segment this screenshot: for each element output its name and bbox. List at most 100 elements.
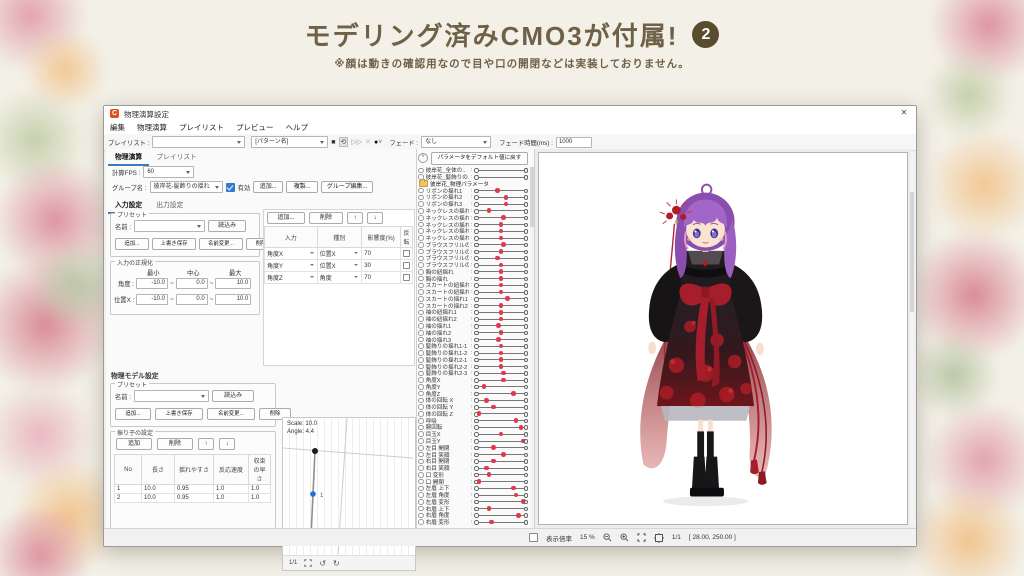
zoom-display-checkbox[interactable] bbox=[529, 533, 538, 542]
param-slider-thumb[interactable] bbox=[496, 337, 501, 342]
param-slider[interactable] bbox=[474, 452, 528, 457]
cell-reaction[interactable]: 1.0 bbox=[214, 485, 249, 494]
parameter-scrollbar[interactable] bbox=[530, 167, 534, 527]
posx-mid-input[interactable]: 0.0 bbox=[176, 294, 208, 305]
param-slider[interactable] bbox=[474, 357, 528, 362]
enabled-checkbox[interactable] bbox=[226, 183, 235, 192]
param-slider[interactable] bbox=[474, 472, 528, 477]
param-radio-icon[interactable] bbox=[418, 262, 424, 268]
param-radio-icon[interactable] bbox=[418, 452, 424, 458]
param-row[interactable]: 右眉 変形: bbox=[418, 519, 529, 526]
param-radio-icon[interactable] bbox=[418, 208, 424, 214]
param-slider[interactable] bbox=[474, 229, 528, 234]
param-slider-thumb[interactable] bbox=[499, 310, 504, 315]
param-radio-icon[interactable] bbox=[418, 465, 424, 471]
cell-length[interactable]: 10.0 bbox=[142, 494, 175, 503]
param-slider[interactable] bbox=[474, 479, 528, 484]
param-radio-icon[interactable] bbox=[418, 371, 424, 377]
param-slider-thumb[interactable] bbox=[495, 188, 500, 193]
preset-load-button[interactable]: 読込み bbox=[208, 220, 246, 232]
menu-help[interactable]: ヘルプ bbox=[286, 122, 309, 133]
param-slider[interactable] bbox=[474, 493, 528, 498]
param-slider[interactable] bbox=[474, 432, 528, 437]
group-edit-button[interactable]: グループ編集... bbox=[321, 181, 373, 193]
menu-physics[interactable]: 物理演算 bbox=[137, 122, 167, 133]
param-slider-thumb[interactable] bbox=[504, 202, 509, 207]
param-slider[interactable] bbox=[474, 188, 528, 193]
param-radio-icon[interactable] bbox=[418, 445, 424, 451]
move-down-icon[interactable]: ↓ bbox=[219, 438, 235, 450]
param-slider[interactable] bbox=[474, 330, 528, 335]
param-slider-thumb[interactable] bbox=[499, 330, 504, 335]
reset-parameters-button[interactable]: パラメータをデフォルト値に戻す bbox=[431, 152, 528, 165]
param-radio-icon[interactable] bbox=[418, 519, 424, 525]
param-slider-thumb[interactable] bbox=[505, 296, 510, 301]
cell-convergence[interactable]: 1.0 bbox=[249, 494, 271, 503]
menu-edit[interactable]: 編集 bbox=[110, 122, 125, 133]
zoom-in-icon[interactable] bbox=[620, 533, 629, 542]
param-radio-icon[interactable] bbox=[418, 296, 424, 302]
param-radio-icon[interactable] bbox=[418, 337, 424, 343]
input-combo[interactable]: 角度Y bbox=[267, 261, 315, 270]
redo-icon[interactable]: ↻ bbox=[333, 559, 340, 568]
param-slider-thumb[interactable] bbox=[499, 344, 504, 349]
param-slider[interactable] bbox=[474, 378, 528, 383]
cell-convergence[interactable]: 1.0 bbox=[249, 485, 271, 494]
param-radio-icon[interactable] bbox=[418, 364, 424, 370]
cut-icon[interactable]: ✕ bbox=[365, 138, 371, 146]
param-slider[interactable] bbox=[474, 351, 528, 356]
param-radio-icon[interactable] bbox=[418, 431, 424, 437]
param-slider-thumb[interactable] bbox=[499, 263, 504, 268]
param-slider[interactable] bbox=[474, 242, 528, 247]
param-radio-icon[interactable] bbox=[418, 350, 424, 356]
param-radio-icon[interactable] bbox=[418, 195, 424, 201]
param-slider[interactable] bbox=[474, 296, 528, 301]
param-radio-icon[interactable] bbox=[418, 377, 424, 383]
group-add-button[interactable]: 追加... bbox=[253, 181, 283, 193]
close-icon[interactable]: ✕ bbox=[898, 108, 910, 119]
param-radio-icon[interactable] bbox=[418, 391, 424, 397]
playlist-combo[interactable] bbox=[152, 136, 245, 148]
param-radio-icon[interactable] bbox=[418, 459, 424, 465]
param-slider-thumb[interactable] bbox=[519, 425, 524, 430]
param-slider-thumb[interactable] bbox=[499, 317, 504, 322]
scrollbar-thumb[interactable] bbox=[910, 192, 914, 312]
type-combo[interactable]: 位置X bbox=[320, 261, 360, 270]
pattern-combo[interactable]: [パターン名] bbox=[251, 136, 328, 148]
menu-playlist[interactable]: プレイリスト bbox=[179, 122, 224, 133]
tab-physics[interactable]: 物理演算 bbox=[108, 149, 149, 166]
param-slider-thumb[interactable] bbox=[487, 208, 492, 213]
param-radio-icon[interactable] bbox=[418, 289, 424, 295]
param-radio-icon[interactable] bbox=[418, 269, 424, 275]
influence-cell[interactable]: 30 bbox=[362, 260, 401, 272]
param-slider-thumb[interactable] bbox=[504, 195, 509, 200]
param-slider[interactable] bbox=[474, 290, 528, 295]
undo-icon[interactable]: ↺ bbox=[319, 559, 326, 568]
param-slider[interactable] bbox=[474, 202, 528, 207]
param-radio-icon[interactable] bbox=[418, 472, 424, 478]
param-radio-icon[interactable] bbox=[418, 215, 424, 221]
model-preset-name-combo[interactable] bbox=[134, 390, 209, 402]
param-slider-thumb[interactable] bbox=[484, 398, 489, 403]
model-canvas[interactable] bbox=[538, 152, 908, 525]
param-radio-icon[interactable] bbox=[418, 276, 424, 282]
cell-sway[interactable]: 0.95 bbox=[175, 485, 214, 494]
param-slider[interactable] bbox=[474, 337, 528, 342]
param-slider[interactable] bbox=[474, 222, 528, 227]
param-slider[interactable] bbox=[474, 405, 528, 410]
param-slider[interactable] bbox=[474, 269, 528, 274]
type-combo[interactable]: 位置X bbox=[320, 249, 360, 258]
menu-preview[interactable]: プレビュー bbox=[236, 122, 274, 133]
param-slider[interactable] bbox=[474, 195, 528, 200]
param-slider[interactable] bbox=[474, 466, 528, 471]
param-radio-icon[interactable] bbox=[418, 168, 424, 174]
param-radio-icon[interactable] bbox=[418, 513, 424, 519]
param-slider-thumb[interactable] bbox=[501, 215, 506, 220]
param-slider-thumb[interactable] bbox=[499, 269, 504, 274]
fit-view-icon[interactable] bbox=[304, 559, 312, 567]
param-slider[interactable] bbox=[474, 425, 528, 430]
param-radio-icon[interactable] bbox=[418, 316, 424, 322]
param-radio-icon[interactable] bbox=[418, 235, 424, 241]
pendulum-delete-button[interactable]: 削除 bbox=[157, 438, 193, 450]
param-slider-thumb[interactable] bbox=[514, 418, 519, 423]
